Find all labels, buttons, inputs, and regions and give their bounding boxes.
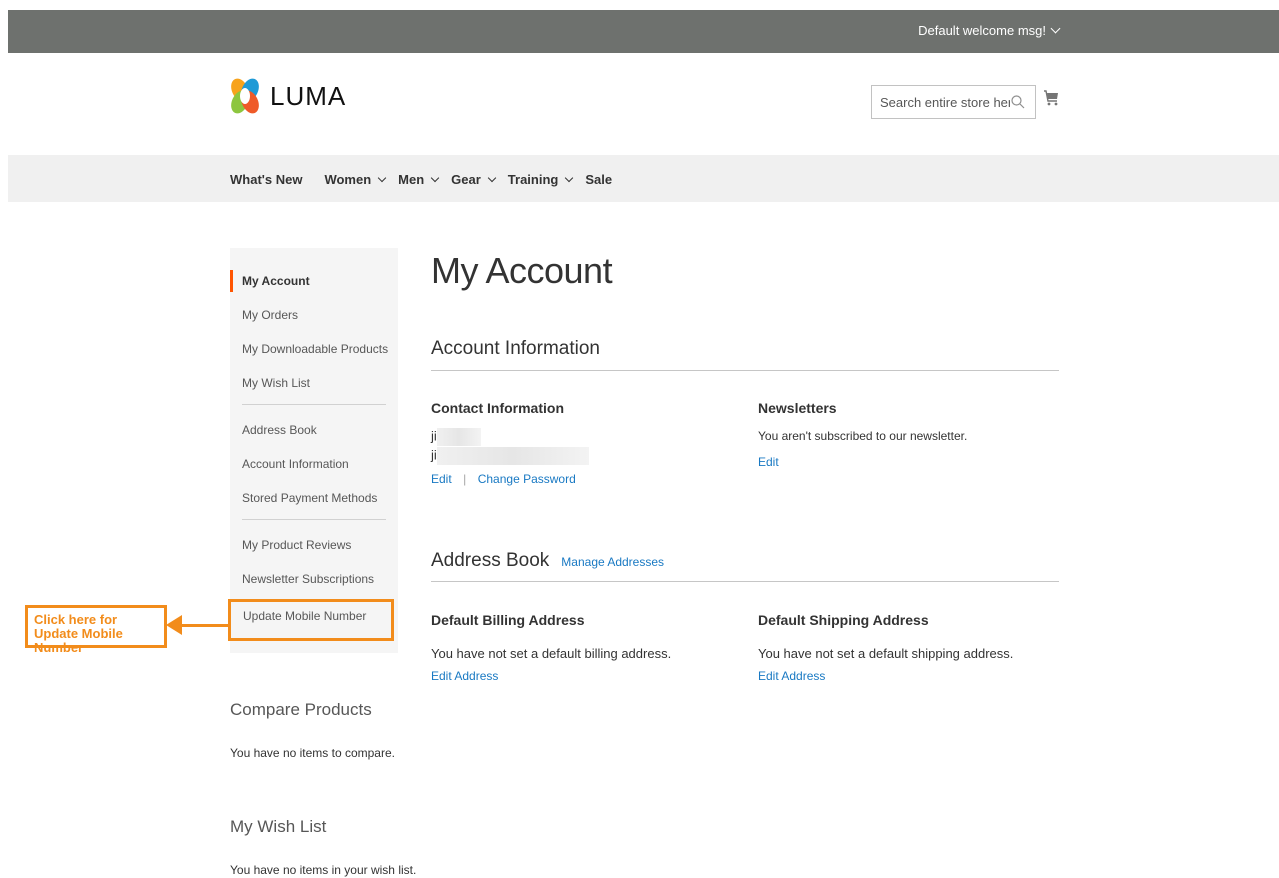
nav-label: What's New (230, 172, 303, 187)
newsletters-box: Newsletters You aren't subscribed to our… (758, 400, 967, 488)
section-divider (431, 370, 1059, 371)
logo[interactable]: LUMA (230, 77, 346, 115)
edit-newsletter-link[interactable]: Edit (758, 455, 779, 469)
sidebar-item-update-mobile-number[interactable]: Update Mobile Number (228, 599, 394, 641)
billing-address-box: Default Billing Address You have not set… (431, 612, 758, 685)
sidebar-item-address-book[interactable]: Address Book (230, 419, 398, 453)
contact-email: ji (431, 447, 758, 466)
nav-label: Men (398, 172, 425, 187)
nav-label: Women (324, 172, 372, 187)
welcome-menu[interactable]: Default welcome msg! (918, 23, 1061, 38)
chevron-down-icon (430, 173, 440, 182)
billing-address-title: Default Billing Address (431, 612, 585, 628)
address-book-title: Address Book (431, 550, 550, 571)
page-title: My Account (431, 250, 613, 291)
logo-text: LUMA (270, 80, 347, 111)
sidebar-item-account-information[interactable]: Account Information (230, 453, 398, 487)
compare-products-text: You have no items to compare. (230, 746, 395, 760)
sidebar-item-stored-payment-methods[interactable]: Stored Payment Methods (230, 487, 398, 521)
redacted-blur (436, 428, 481, 446)
shipping-address-title: Default Shipping Address (758, 612, 929, 628)
chevron-down-icon (377, 173, 387, 182)
shipping-address-box: Default Shipping Address You have not se… (758, 612, 1013, 685)
top-bar: Default welcome msg! (8, 10, 1279, 53)
nav-item-men[interactable]: Men (398, 172, 440, 187)
redacted-blur (436, 447, 589, 465)
main-nav: What's New Women Men Gear Training Sale (8, 155, 1279, 202)
sidebar-item-wish-list[interactable]: My Wish List (230, 372, 398, 406)
nav-label: Gear (451, 172, 481, 187)
nav-label: Sale (585, 172, 613, 187)
shipping-address-text: You have not set a default shipping addr… (758, 646, 1014, 661)
manage-addresses-link[interactable]: Manage Addresses (561, 555, 664, 569)
nav-item-whats-new[interactable]: What's New (230, 172, 302, 187)
link-separator: | (463, 472, 467, 486)
contact-info-title: Contact Information (431, 400, 564, 416)
callout-arrow-line (180, 624, 230, 627)
callout-annotation: Click here for Update Mobile Number (25, 605, 167, 655)
edit-billing-address-link[interactable]: Edit Address (431, 669, 498, 683)
main-content: My Account Account Information Contact I… (431, 250, 1059, 685)
chevron-down-icon (565, 173, 574, 182)
edit-contact-link[interactable]: Edit (431, 472, 452, 486)
newsletters-title: Newsletters (758, 400, 837, 416)
nav-item-sale[interactable]: Sale (585, 172, 612, 187)
sidebar-item-newsletter-subscriptions[interactable]: Newsletter Subscriptions (230, 568, 398, 602)
nav-item-women[interactable]: Women (324, 172, 387, 187)
luma-logo-icon (231, 78, 259, 114)
nav-item-gear[interactable]: Gear (451, 172, 497, 187)
billing-address-text: You have not set a default billing addre… (431, 646, 672, 661)
sidebar-item-downloadable-products[interactable]: My Downloadable Products (230, 338, 398, 372)
contact-info-box: Contact Information ji ji Edit | Change … (431, 400, 758, 488)
search-input[interactable] (880, 94, 1010, 110)
wish-list-title: My Wish List (230, 817, 327, 836)
account-info-title: Account Information (431, 338, 600, 359)
account-sidebar: My Account My Orders My Downloadable Pro… (228, 248, 398, 653)
newsletters-text: You aren't subscribed to our newsletter. (758, 429, 968, 443)
nav-item-training[interactable]: Training (507, 172, 574, 187)
compare-products-title: Compare Products (230, 700, 372, 719)
chevron-down-icon (1050, 23, 1061, 34)
welcome-text: Default welcome msg! (918, 23, 1046, 38)
change-password-link[interactable]: Change Password (478, 472, 576, 486)
search-box (871, 85, 1036, 119)
chevron-down-icon (487, 173, 497, 182)
section-divider (431, 581, 1059, 582)
cart-icon[interactable] (1043, 89, 1059, 107)
wish-list-text: You have no items in your wish list. (230, 863, 417, 877)
nav-label: Training (507, 172, 559, 187)
sidebar-item-product-reviews[interactable]: My Product Reviews (230, 534, 398, 568)
search-icon[interactable] (1010, 94, 1026, 110)
sidebar-item-my-orders[interactable]: My Orders (230, 304, 398, 338)
edit-shipping-address-link[interactable]: Edit Address (758, 669, 825, 683)
contact-name: ji (431, 428, 758, 447)
sidebar-item-my-account[interactable]: My Account (230, 270, 398, 304)
